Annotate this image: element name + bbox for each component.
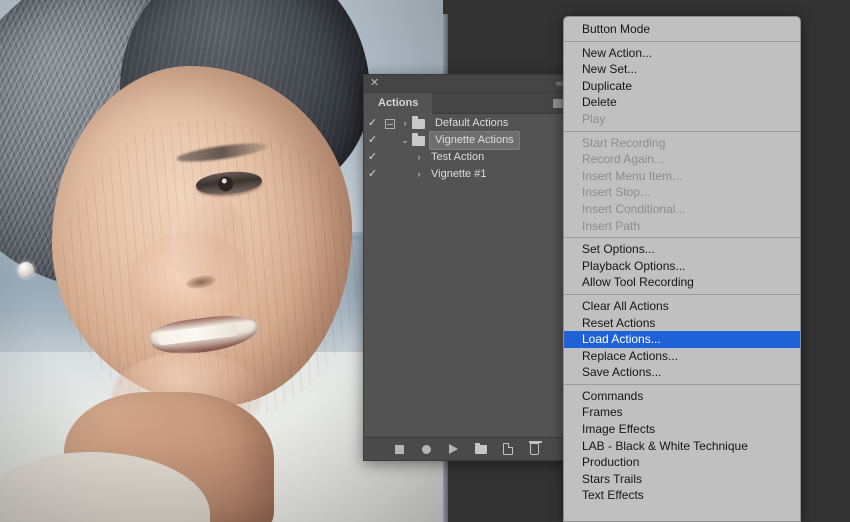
actions-list[interactable]: ✓ › Default Actions ✓ ⌄ Vignette Actions ✓ › Tes… [364, 115, 570, 437]
actions-panel-flyout-menu[interactable]: Button Mode New Action... New Set... Duplic… [563, 16, 801, 522]
menu-item: Insert Conditional... [582, 201, 686, 216]
actions-panel-footer [364, 437, 570, 460]
new-set-folder-icon[interactable] [474, 442, 487, 456]
menu-item[interactable]: Delete [564, 94, 800, 111]
menu-separator [564, 237, 800, 239]
play-icon[interactable] [447, 443, 460, 456]
record-icon[interactable] [420, 443, 433, 456]
menu-item[interactable]: Set Options... [564, 241, 800, 258]
menu-item[interactable]: Production [564, 454, 800, 471]
chevron-right-icon[interactable]: › [398, 115, 412, 132]
menu-item: Record Again... [582, 152, 665, 167]
action-row[interactable]: ✓ › Vignette #1 [364, 166, 570, 183]
menu-separator [564, 130, 800, 132]
menu-item[interactable]: Stars Trails [564, 471, 800, 488]
actions-panel-titlebar: ✕ «« [364, 75, 570, 93]
menu-item: Insert Menu Item... [582, 168, 683, 183]
menu-item: Play [582, 111, 606, 126]
action-row[interactable]: ✓ › Test Action [364, 149, 570, 166]
menu-item[interactable]: Reset Actions [564, 315, 800, 332]
menu-separator [564, 40, 800, 42]
menu-item[interactable]: New Action... [564, 45, 800, 62]
menu-separator [564, 293, 800, 295]
checkmark-icon[interactable]: ✓ [364, 149, 381, 166]
action-row-label: Vignette #1 [431, 168, 487, 180]
menu-item[interactable]: Button Mode [564, 21, 800, 38]
menu-item[interactable]: Save Actions... [564, 364, 800, 381]
menu-item[interactable]: Load Actions... [564, 331, 800, 348]
checkmark-icon[interactable]: ✓ [364, 166, 381, 183]
chevron-right-icon[interactable]: › [412, 166, 426, 183]
chevron-right-icon[interactable]: › [412, 149, 426, 166]
app-chrome-top [443, 0, 850, 14]
menu-item: Insert Path [582, 218, 641, 233]
menu-item[interactable]: Text Effects [564, 487, 800, 504]
close-icon[interactable]: ✕ [369, 78, 380, 89]
folder-icon [412, 132, 430, 146]
checkmark-icon[interactable]: ✓ [364, 132, 381, 149]
menu-item[interactable]: LAB - Black & White Technique [564, 438, 800, 455]
menu-item: Start Recording [582, 135, 666, 150]
menu-separator [564, 383, 800, 385]
toggle-dialog-icon[interactable] [381, 118, 398, 129]
action-row-label: Test Action [431, 151, 485, 163]
chevron-down-icon[interactable]: ⌄ [398, 132, 412, 149]
folder-icon [412, 115, 430, 129]
new-action-icon[interactable] [501, 443, 514, 456]
delete-trash-icon[interactable] [528, 441, 542, 456]
menu-item[interactable]: Clear All Actions [564, 298, 800, 315]
action-row[interactable]: ✓ › Default Actions [364, 115, 570, 132]
menu-item: Insert Stop... [582, 185, 651, 200]
menu-item[interactable]: Frames [564, 404, 800, 421]
menu-item[interactable]: Replace Actions... [564, 348, 800, 365]
action-row-label: Vignette Actions [430, 132, 519, 149]
stop-icon[interactable] [393, 443, 406, 456]
tab-actions[interactable]: Actions [364, 93, 433, 114]
menu-item[interactable]: Duplicate [564, 78, 800, 95]
menu-item[interactable]: Commands [564, 388, 800, 405]
actions-panel-tabbar: Actions [364, 93, 570, 114]
menu-item[interactable]: Image Effects [564, 421, 800, 438]
actions-panel[interactable]: ✕ «« Actions ✓ › Default Actions ✓ ⌄ Vignette… [363, 74, 571, 461]
action-row[interactable]: ✓ ⌄ Vignette Actions [364, 132, 570, 149]
menu-item[interactable]: Allow Tool Recording [564, 274, 800, 291]
menu-item[interactable]: New Set... [564, 61, 800, 78]
checkmark-icon[interactable]: ✓ [364, 115, 381, 132]
menu-item[interactable]: Playback Options... [564, 258, 800, 275]
action-row-label: Default Actions [435, 117, 509, 129]
